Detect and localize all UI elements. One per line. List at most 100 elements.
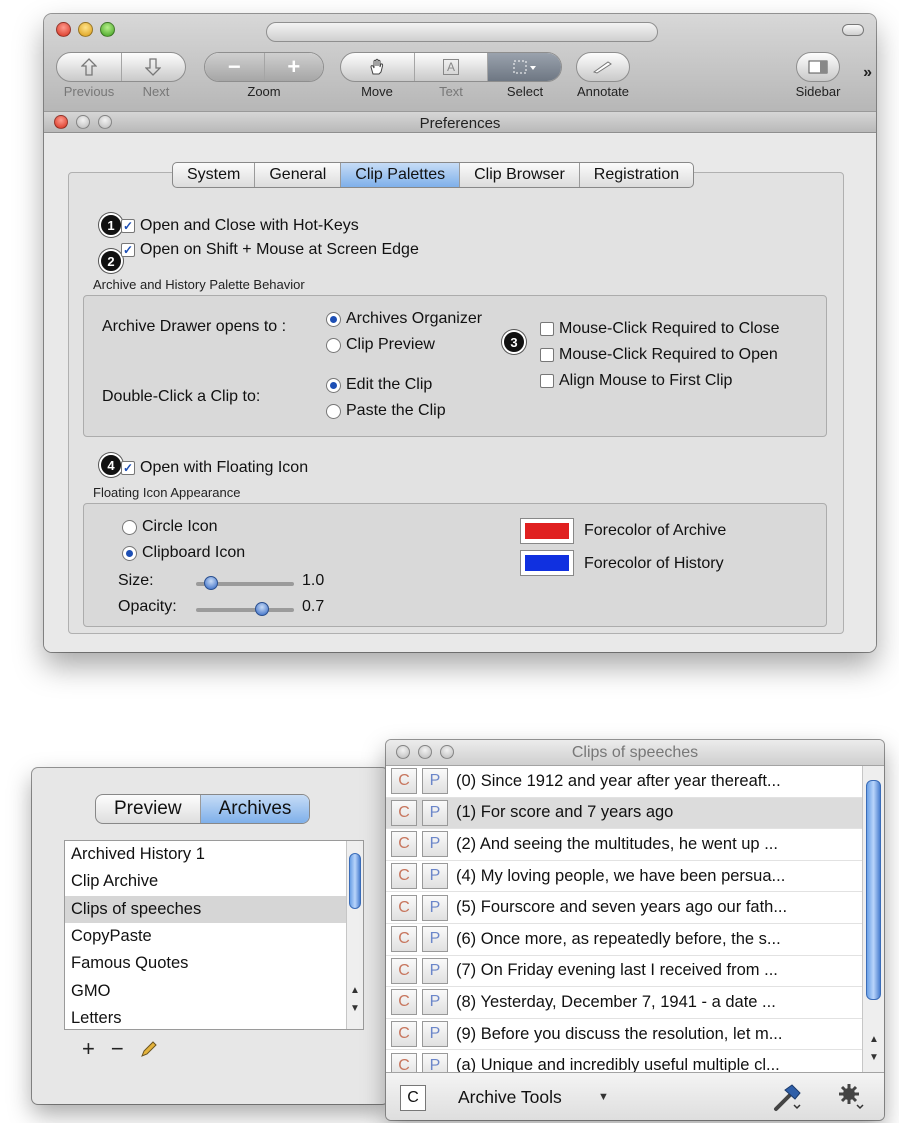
tab-preview[interactable]: Preview [96,795,201,823]
previous-button[interactable] [57,53,122,81]
paste-clip-button[interactable]: P [422,957,448,984]
copy-clip-button[interactable]: C [391,957,417,984]
scroll-up-icon[interactable]: ▲ [866,1032,882,1047]
list-item[interactable]: Clips of speeches [65,895,363,923]
scroll-down-icon[interactable]: ▼ [347,1001,363,1016]
toolbar-toggle-button[interactable] [842,24,864,36]
drawer-option-preview[interactable]: Clip Preview [326,336,435,354]
circle-icon-radio[interactable] [122,519,137,535]
shift-mouse-checkbox[interactable]: ✓ [121,243,135,257]
opacity-slider[interactable] [196,602,294,616]
copy-clip-button[interactable]: C [391,1021,417,1048]
scroll-up-icon[interactable]: ▲ [347,983,363,998]
doubleclick-option-edit[interactable]: Edit the Clip [326,376,432,394]
gear-icon[interactable] [836,1081,866,1111]
align-mouse-option[interactable]: Align Mouse to First Clip [540,372,732,390]
toolbar-overflow-button[interactable]: » [863,64,872,82]
history-color-well[interactable] [520,550,574,576]
size-slider-knob[interactable] [204,576,219,590]
copy-clip-button[interactable]: C [391,831,417,858]
tab-registration[interactable]: Registration [580,163,693,187]
list-item[interactable]: Archived History 1 [65,841,363,868]
clip-row[interactable]: C P (4) My loving people, we have been per… [386,861,862,893]
zoom-window-button[interactable] [100,22,115,37]
clip-row[interactable]: C P (8) Yesterday, December 7, 1941 - a da… [386,987,862,1019]
copy-clip-button[interactable]: C [391,799,417,826]
doubleclick-paste-radio[interactable] [326,403,341,419]
opacity-slider-knob[interactable] [254,602,269,616]
close-window-button[interactable] [56,22,71,37]
clip-row[interactable]: C P (9) Before you discuss the resolution,… [386,1019,862,1051]
list-item[interactable]: GMO [65,977,363,1004]
text-button[interactable]: A [415,53,489,81]
circle-icon-option[interactable]: Circle Icon [122,518,218,536]
scroll-down-icon[interactable]: ▼ [866,1050,882,1065]
clip-row[interactable]: C P (0) Since 1912 and year after year the… [386,766,862,798]
doubleclick-edit-radio[interactable] [326,377,341,393]
copy-clip-button[interactable]: C [391,863,417,890]
align-mouse-checkbox[interactable] [540,374,554,388]
clip-row[interactable]: C P (5) Fourscore and seven years ago our … [386,892,862,924]
paste-clip-button[interactable]: P [422,1052,448,1072]
remove-archive-button[interactable]: − [111,1036,124,1062]
clip-row[interactable]: C P (a) Unique and incredibly useful multi… [386,1050,862,1072]
hotkeys-checkbox[interactable]: ✓ [121,219,135,233]
clips-scrollbar[interactable]: ▲ ▼ [862,766,884,1072]
paste-clip-button[interactable]: P [422,894,448,921]
archive-tools-menu[interactable]: Archive Tools [458,1087,562,1108]
clip-row[interactable]: C P (2) And seeing the multitudes, he went… [386,829,862,861]
clip-row[interactable]: C P (7) On Friday evening last I received … [386,956,862,988]
minimize-window-button[interactable] [78,22,93,37]
clipboard-icon-radio[interactable] [122,545,137,561]
copy-clip-button[interactable]: C [400,1085,426,1111]
list-item[interactable]: CopyPaste [65,923,363,950]
clip-row[interactable]: C P (1) For score and 7 years ago [386,797,862,830]
clips-scroll-thumb[interactable] [866,780,881,1000]
mouse-open-checkbox[interactable] [540,348,554,362]
select-button[interactable] [488,53,561,81]
hammer-icon[interactable] [770,1081,804,1115]
doubleclick-option-paste[interactable]: Paste the Clip [326,402,446,420]
tab-general[interactable]: General [255,163,342,187]
edit-pencil-icon[interactable] [140,1040,158,1058]
annotate-button[interactable] [576,52,630,82]
paste-clip-button[interactable]: P [422,831,448,858]
size-slider[interactable] [196,576,294,590]
sidebar-button[interactable] [796,52,840,82]
archive-color-well[interactable] [520,518,574,544]
add-archive-button[interactable]: + [82,1036,95,1062]
copy-clip-button[interactable]: C [391,894,417,921]
paste-clip-button[interactable]: P [422,799,448,826]
floating-icon-option[interactable]: ✓ Open with Floating Icon [121,459,308,477]
drawer-option-organizer[interactable]: Archives Organizer [326,310,482,328]
paste-clip-button[interactable]: P [422,768,448,795]
drawer-organizer-radio[interactable] [326,311,341,327]
floating-icon-checkbox[interactable]: ✓ [121,461,135,475]
archives-scrollbar[interactable]: ▲ ▼ [346,841,363,1029]
mouse-close-option[interactable]: Mouse-Click Required to Close [540,320,780,338]
copy-clip-button[interactable]: C [391,926,417,953]
tab-clip-browser[interactable]: Clip Browser [460,163,580,187]
tab-system[interactable]: System [173,163,256,187]
paste-clip-button[interactable]: P [422,863,448,890]
mouse-close-checkbox[interactable] [540,322,554,336]
clip-row[interactable]: C P (6) Once more, as repeatedly before, t… [386,924,862,956]
next-button[interactable] [122,53,186,81]
move-button[interactable] [341,53,415,81]
tab-clip-palettes[interactable]: Clip Palettes [341,163,461,187]
list-item[interactable]: Clip Archive [65,868,363,895]
copy-clip-button[interactable]: C [391,1052,417,1072]
paste-clip-button[interactable]: P [422,1021,448,1048]
hotkeys-option[interactable]: ✓ Open and Close with Hot-Keys [121,217,359,235]
tab-archives[interactable]: Archives [200,795,310,823]
list-item[interactable]: Letters [65,1005,363,1029]
clipboard-icon-option[interactable]: Clipboard Icon [122,544,245,562]
zoom-out-button[interactable]: − [205,53,265,81]
copy-clip-button[interactable]: C [391,989,417,1016]
shift-mouse-option[interactable]: ✓ Open on Shift + Mouse at Screen Edge [121,241,419,259]
archives-scroll-thumb[interactable] [349,853,361,909]
mouse-open-option[interactable]: Mouse-Click Required to Open [540,346,778,364]
paste-clip-button[interactable]: P [422,926,448,953]
list-item[interactable]: Famous Quotes [65,950,363,977]
copy-clip-button[interactable]: C [391,768,417,795]
